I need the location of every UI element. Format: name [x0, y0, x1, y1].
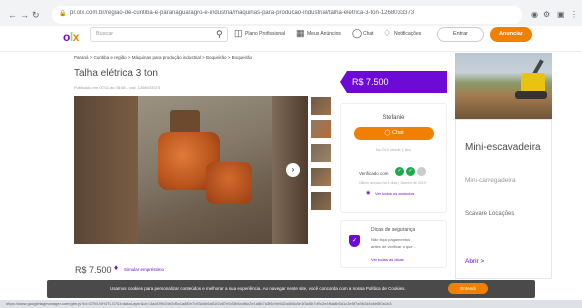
next-photo-button[interactable]: › [286, 163, 300, 177]
phone-verified-icon: ✓ [395, 167, 404, 176]
briefcase-icon: ◫ [234, 28, 243, 38]
nav-meus-anuncios[interactable]: Meus Anúncios [307, 31, 341, 37]
extension-icon[interactable]: ◉ [531, 9, 538, 21]
photo-detail [170, 110, 200, 134]
listing-title: Talha elétrica 3 ton [74, 68, 158, 79]
safety-text: antes de verificar o que... [371, 244, 416, 249]
bell-icon: ♢ [383, 28, 392, 38]
cookie-accept-button[interactable]: Entendi [448, 283, 488, 294]
ad-subheading: Mini-carregadeira [465, 177, 516, 184]
search-icon[interactable]: ⚲ [216, 29, 223, 40]
breadcrumb[interactable]: Paraná > Curitiba e região > Máquinas pa… [74, 55, 252, 60]
facebook-unverified-icon [417, 167, 426, 176]
status-url: https://www.googletagmanager.com/gtm.js?… [6, 301, 392, 306]
search-placeholder: Buscar [96, 31, 114, 37]
ad-open-link[interactable]: Abrir > [465, 258, 484, 265]
eye-icon: ◉ [366, 190, 371, 196]
address-bar[interactable]: 🔒 pr.olx.com.br/regiao-de-curitiba-e-par… [52, 6, 522, 24]
post-ad-button[interactable]: Anunciar [490, 27, 532, 42]
chat-button[interactable]: ◯ Chat [354, 127, 434, 140]
shield-check-icon: ✓ [349, 235, 360, 247]
simulate-loan-link[interactable]: Simular empréstimo [124, 267, 164, 272]
photo-thumbnail[interactable] [311, 144, 331, 162]
back-arrow-icon[interactable]: ← [8, 9, 17, 21]
tabs-icon[interactable]: ▣ [557, 9, 565, 21]
safety-text: Não faça pagamentos [371, 237, 411, 242]
listing-meta: Publicado em 07/11 às 08:08 - cód. 12680… [74, 85, 160, 90]
price-tag-value: R$ 7.500 [352, 77, 389, 87]
ad-advertiser: Scavare Locações [465, 211, 515, 217]
chat-button-label: Chat [392, 130, 404, 136]
seller-name[interactable]: Stefanie [340, 115, 447, 121]
forward-arrow-icon[interactable]: → [20, 9, 29, 21]
last-access: Último acesso há 4 dias | Janeiro de 201… [359, 181, 426, 185]
lock-icon: 🔒 [59, 11, 67, 17]
photo-thumbnail[interactable] [311, 168, 331, 186]
all-ads-link[interactable]: Ver todos os anúncios [375, 191, 414, 196]
photo-thumbnail[interactable] [311, 120, 331, 138]
cookie-text: Usamos cookies para personalizar conteúd… [110, 286, 406, 291]
chat-icon: ◯ [384, 130, 393, 136]
login-button[interactable]: Entrar [437, 27, 484, 42]
photo-thumbnail[interactable] [311, 192, 331, 210]
photo-blur-left [74, 96, 138, 244]
safety-title: Dicas de segurança [371, 227, 416, 233]
main-photo[interactable] [74, 96, 308, 244]
nav-plano-profissional[interactable]: Plano Profissional [245, 31, 285, 37]
ad-image[interactable] [455, 53, 552, 119]
member-since: Na OLX desde 1 ano [375, 148, 412, 152]
listing-price: R$ 7.500 [75, 265, 112, 275]
ad-heading: Mini-escavadeira [465, 142, 541, 153]
safety-tips-link[interactable]: Ver todas as dicas [371, 257, 404, 262]
url-text: pr.olx.com.br/regiao-de-curitiba-e-paran… [70, 10, 415, 16]
nav-notificacoes[interactable]: Notificações [394, 31, 421, 37]
calculator-icon: ♦ [114, 263, 119, 272]
ad-image-detail [515, 91, 547, 99]
nav-chat[interactable]: Chat [363, 31, 374, 37]
grid-icon: ▦ [296, 28, 305, 38]
menu-icon[interactable]: ⋮ [570, 9, 578, 21]
settings-icon[interactable]: ⚙ [543, 9, 550, 21]
photo-thumbnail[interactable] [311, 97, 331, 115]
verified-label: Verificado com [359, 171, 389, 176]
chat-icon: ◯ [352, 28, 363, 38]
email-verified-icon: ✓ [406, 167, 415, 176]
reload-icon[interactable]: ↻ [32, 9, 40, 21]
olx-logo[interactable]: olx [63, 29, 79, 45]
search-input[interactable]: Buscar [90, 27, 228, 42]
photo-detail [206, 162, 252, 204]
